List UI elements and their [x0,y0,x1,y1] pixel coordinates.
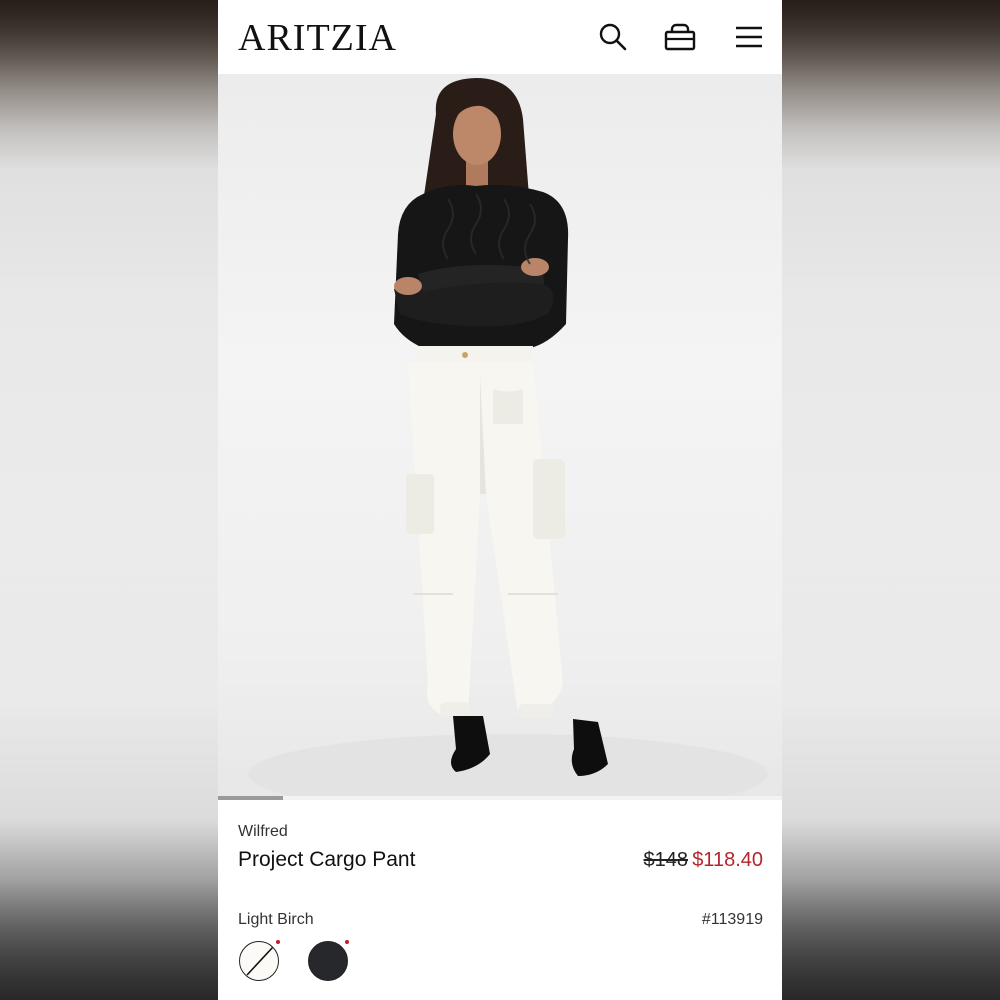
image-pager-track [218,796,782,800]
selected-slash-icon [245,945,274,976]
product-image[interactable] [218,74,782,800]
sale-dot-icon [276,940,280,944]
background-blur-right [782,0,1000,1000]
sale-dot-icon [345,940,349,944]
color-swatch-light-birch[interactable] [239,941,279,981]
search-icon[interactable] [596,20,630,54]
original-price: $148 [643,849,689,871]
hamburger-menu-icon[interactable] [732,20,766,54]
product-page: ARITZIA Wilfred Project Cargo Pant $148 … [218,0,782,1000]
product-name: Project Cargo Pant [238,848,416,871]
site-header: ARITZIA [218,0,782,74]
shopping-bag-icon[interactable] [663,20,697,54]
color-swatch-black[interactable] [308,941,348,981]
product-sku: #113919 [701,911,763,928]
image-pager-indicator [218,796,283,800]
selected-color-label: Light Birch [238,911,314,928]
sale-price: $118.40 [692,849,763,871]
background-blur-left [0,0,218,1000]
model-photo-illustration [248,78,768,800]
product-brand[interactable]: Wilfred [238,823,288,841]
aritzia-logo[interactable]: ARITZIA [238,16,397,60]
